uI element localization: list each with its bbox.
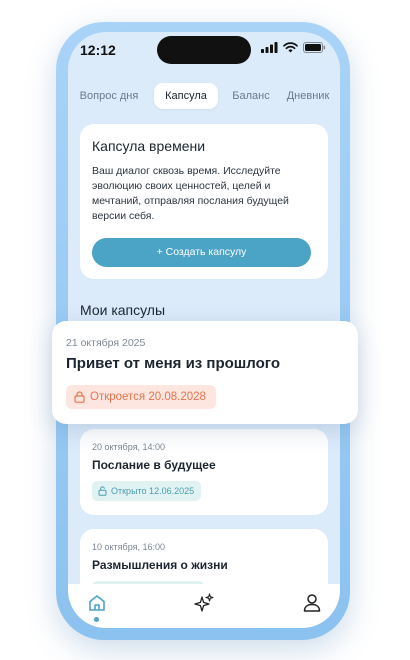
tab-question-of-day[interactable]: Вопрос дня xyxy=(72,83,146,109)
bottom-nav xyxy=(68,584,340,628)
intro-title: Капсула времени xyxy=(92,138,206,154)
active-indicator xyxy=(94,617,99,622)
capsule-card[interactable]: 20 октября, 14:00 Послание в будущее Отк… xyxy=(80,429,328,515)
capsule-title: Размышления о жизни xyxy=(92,558,228,572)
wifi-icon xyxy=(283,42,298,53)
featured-capsule-card[interactable]: 21 октября 2025 Привет от меня из прошло… xyxy=(52,321,358,424)
sparkles-icon[interactable] xyxy=(193,592,215,614)
capsule-date: 10 октября, 16:00 xyxy=(92,542,166,552)
battery-icon xyxy=(303,42,326,53)
featured-capsule-date: 21 октября 2025 xyxy=(66,337,146,349)
capsule-status-text: Открыто 12.06.2025 xyxy=(111,486,195,496)
unlock-icon xyxy=(98,486,107,496)
featured-capsule-badge-text: Откроется 20.08.2028 xyxy=(90,391,206,403)
tab-diary[interactable]: Дневник xyxy=(280,83,336,109)
profile-icon[interactable] xyxy=(301,592,323,614)
signal-icon xyxy=(261,42,278,53)
capsule-title: Послание в будущее xyxy=(92,458,216,472)
create-capsule-button[interactable]: + Создать капсулу xyxy=(92,238,311,267)
capsule-date: 20 октября, 14:00 xyxy=(92,442,166,452)
home-icon[interactable] xyxy=(86,592,108,614)
intro-card: Капсула времени Ваш диалог сквозь время.… xyxy=(80,124,328,279)
capsule-status-badge: Открыто 12.06.2025 xyxy=(92,481,202,501)
intro-text: Ваш диалог сквозь время. Исследуйте эвол… xyxy=(92,165,289,222)
stage: 12:12 Вопрос дня Капсула Баланс Дневник … xyxy=(0,0,410,660)
tab-balance[interactable]: Баланс xyxy=(228,83,274,109)
status-time: 12:12 xyxy=(80,42,116,58)
lock-icon xyxy=(74,391,85,403)
tab-capsule[interactable]: Капсула xyxy=(154,83,218,109)
dynamic-island xyxy=(157,36,251,64)
status-icons xyxy=(261,42,326,53)
section-title: Мои капсулы xyxy=(80,302,166,318)
featured-capsule-locked-badge: Откроется 20.08.2028 xyxy=(66,385,216,409)
featured-capsule-title: Привет от меня из прошлого xyxy=(66,355,281,372)
tab-bar: Вопрос дня Капсула Баланс Дневник xyxy=(68,83,340,109)
